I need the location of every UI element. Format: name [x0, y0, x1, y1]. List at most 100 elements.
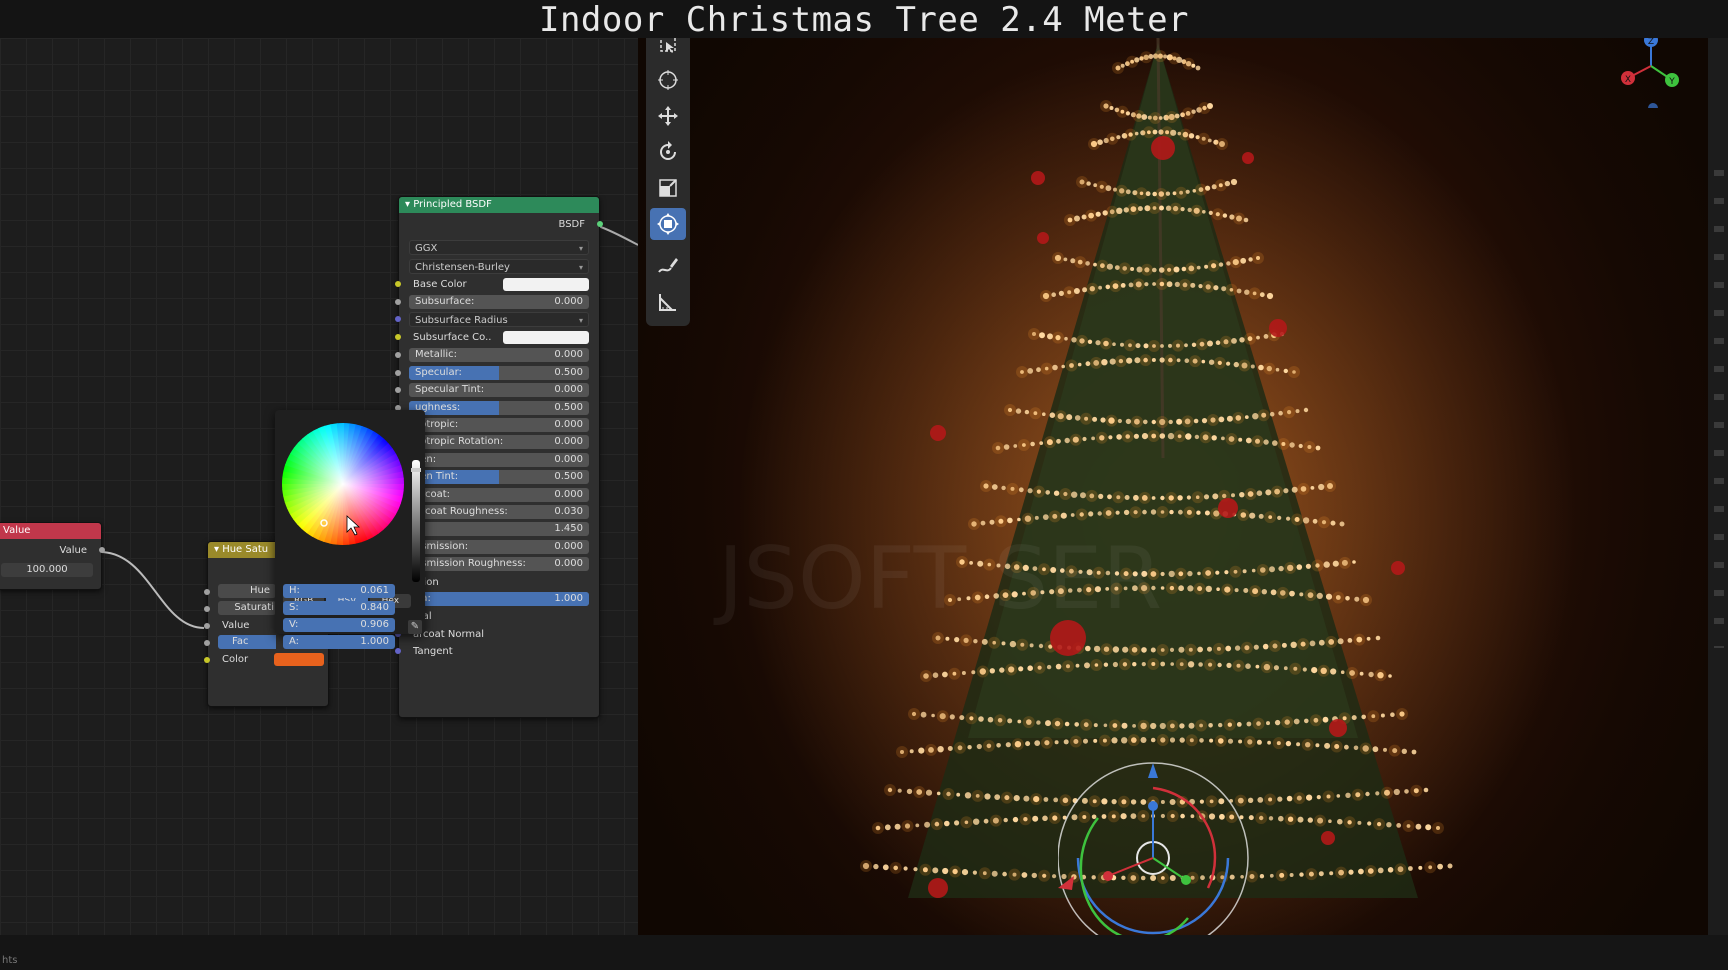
bsdf-value-field[interactable]: arcoat: 0.000: [409, 487, 589, 502]
bsdf-row[interactable]: Tangent: [395, 644, 599, 659]
hsv-field[interactable]: V: 0.906: [283, 618, 395, 632]
bsdf-row[interactable]: Specular Tint: 0.000: [395, 383, 599, 398]
bsdf-row[interactable]: arcoat Normal: [395, 627, 599, 642]
bsdf-row-label: nsmission Roughness:: [415, 558, 526, 570]
saturation-socket[interactable]: [204, 606, 210, 612]
bsdf-input-socket[interactable]: [395, 316, 401, 323]
bsdf-value-field[interactable]: sen Tint: 0.500: [409, 470, 589, 485]
bsdf-value-field[interactable]: arcoat Roughness: 0.030: [409, 505, 589, 519]
bsdf-row[interactable]: sen Tint: 0.500: [395, 470, 599, 485]
bsdf-output-socket[interactable]: [597, 221, 603, 227]
saturation-field[interactable]: Saturati: [218, 601, 276, 615]
move-tool[interactable]: [650, 100, 686, 132]
hsv-field-label: S:: [289, 602, 299, 613]
bsdf-row[interactable]: sotropic: 0.000: [395, 418, 599, 433]
bsdf-row[interactable]: ughness: 0.500: [395, 400, 599, 416]
bsdf-value-field[interactable]: R:1.450: [409, 522, 589, 537]
hue-field[interactable]: Hue: [218, 584, 276, 598]
value-slider-handle[interactable]: [411, 468, 421, 472]
measure-tool[interactable]: [650, 286, 686, 318]
bsdf-row-label: Subsurface:: [415, 296, 475, 307]
bsdf-row[interactable]: Subsurface Co..: [395, 330, 599, 345]
fac-field[interactable]: Fac: [218, 635, 276, 649]
bsdf-value-field[interactable]: ha:1.000: [409, 592, 589, 606]
bsdf-value-field[interactable]: sotropic Rotation: 0.000: [409, 435, 589, 450]
bsdf-input-socket[interactable]: [395, 352, 401, 359]
color-input-label: Color: [222, 654, 249, 665]
bsdf-row[interactable]: Base Color: [395, 277, 599, 292]
distribution-dropdown[interactable]: GGX ▾: [409, 240, 589, 255]
value-node-field[interactable]: 100.000: [1, 563, 93, 577]
scale-tool[interactable]: [650, 172, 686, 204]
bsdf-row[interactable]: Specular: 0.500: [395, 365, 599, 381]
color-picker-popup[interactable]: RGBHSVHex H:0.061S:0.840V:0.906A:1.000 ✎: [275, 410, 425, 649]
bsdf-row[interactable]: sotropic Rotation: 0.000: [395, 435, 599, 450]
bsdf-row-value: 0.000: [554, 436, 583, 448]
eyedropper-icon[interactable]: ✎: [408, 620, 422, 634]
subsurface-radius-dropdown[interactable]: Subsurface Radius ▾: [409, 312, 589, 328]
principled-bsdf-node[interactable]: ▾ Principled BSDF BSDF GGX ▾ Christensen-…: [395, 196, 603, 718]
cursor-tool[interactable]: [650, 64, 686, 96]
bsdf-value-field[interactable]: sotropic: 0.000: [409, 418, 589, 432]
bsdf-row-label: Tangent: [413, 646, 453, 658]
bsdf-input-socket[interactable]: [395, 369, 401, 376]
bsdf-row[interactable]: nsmission Roughness: 0.000: [395, 557, 599, 572]
bsdf-row[interactable]: nsmission: 0.000: [395, 539, 599, 555]
hsv-field[interactable]: H: 0.061: [283, 584, 395, 598]
bsdf-value-field[interactable]: Specular: 0.500: [409, 365, 589, 380]
3d-viewport[interactable]: JSOFT SER Z X Y: [638, 38, 1708, 935]
bsdf-value-field[interactable]: Metallic: 0.000: [409, 348, 589, 363]
bsdf-value-field[interactable]: nsmission Roughness: 0.000: [409, 557, 589, 572]
bsdf-row[interactable]: Subsurface Radius ▾: [395, 312, 599, 328]
value-slider[interactable]: [412, 460, 420, 582]
hsv-field[interactable]: A: 1.000: [283, 635, 395, 649]
bsdf-input-socket[interactable]: [395, 387, 401, 394]
hsv-field-value: 1.000: [360, 636, 389, 647]
value-node[interactable]: Value Value 100.000: [0, 522, 105, 590]
chevron-down-icon: ▾: [578, 263, 583, 272]
hue-node-title: Hue Satu: [222, 544, 269, 555]
color-swatch[interactable]: [503, 278, 589, 291]
value-output-socket[interactable]: [99, 547, 105, 553]
color-wheel[interactable]: [275, 410, 425, 550]
properties-tabs[interactable]: [1714, 148, 1724, 648]
bsdf-row[interactable]: ssion: [395, 575, 599, 590]
bsdf-row-value: 0.000: [554, 419, 583, 430]
bsdf-value-field[interactable]: nsmission: 0.000: [409, 539, 589, 554]
bsdf-row[interactable]: mal: [395, 609, 599, 624]
bsdf-node-title: Principled BSDF: [413, 199, 492, 210]
bsdf-row[interactable]: sen: 0.000: [395, 452, 599, 468]
bsdf-row-value: 0.500: [554, 366, 583, 378]
hue-label: Hue: [249, 585, 270, 596]
bsdf-input-socket[interactable]: [395, 299, 401, 305]
navigation-gizmo[interactable]: Z X Y: [1606, 38, 1696, 108]
bsdf-input-socket[interactable]: [395, 334, 401, 341]
transform-gizmo[interactable]: [1058, 758, 1278, 935]
bsdf-input-socket[interactable]: [395, 648, 401, 655]
bsdf-value-field[interactable]: Subsurface: 0.000: [409, 295, 589, 309]
bsdf-row[interactable]: Metallic: 0.000: [395, 348, 599, 363]
bsdf-row[interactable]: arcoat: 0.000: [395, 487, 599, 503]
rotate-tool[interactable]: [650, 136, 686, 168]
annotate-tool[interactable]: [650, 250, 686, 282]
subsurface-method-dropdown[interactable]: Christensen-Burley ▾: [409, 259, 589, 274]
gizmo-y-label: Y: [1668, 77, 1675, 87]
bsdf-row[interactable]: Subsurface: 0.000: [395, 295, 599, 310]
color-swatch[interactable]: [274, 653, 324, 666]
fac-socket[interactable]: [204, 640, 210, 646]
hue-socket[interactable]: [204, 589, 210, 595]
value-socket[interactable]: [204, 623, 210, 629]
hsv-field-value: 0.061: [360, 585, 389, 596]
bsdf-row[interactable]: arcoat Roughness: 0.030: [395, 505, 599, 520]
bsdf-value-field[interactable]: sen: 0.000: [409, 452, 589, 467]
color-socket[interactable]: [204, 657, 210, 663]
bsdf-row[interactable]: R:1.450: [395, 522, 599, 537]
hsv-field[interactable]: S: 0.840: [283, 601, 395, 615]
node-editor[interactable]: Value Value 100.000 ▾ Hue Satu Hue Satur…: [0, 38, 638, 935]
bsdf-input-socket[interactable]: [395, 281, 401, 287]
color-swatch[interactable]: [503, 331, 589, 345]
bsdf-row[interactable]: ha:1.000: [395, 592, 599, 607]
transform-tool[interactable]: [650, 208, 686, 240]
bsdf-value-field[interactable]: Specular Tint: 0.000: [409, 383, 589, 398]
bsdf-value-field[interactable]: ughness: 0.500: [409, 400, 589, 415]
